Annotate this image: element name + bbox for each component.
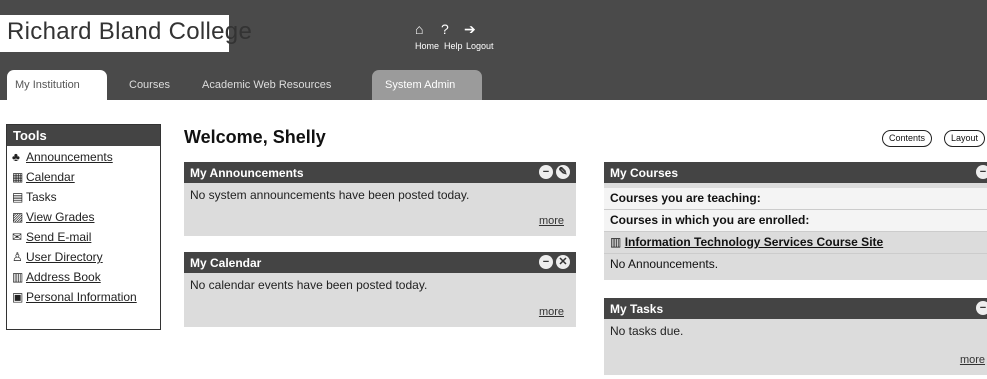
announcements-link[interactable]: Announcements	[26, 150, 113, 165]
college-logo[interactable]: Richard Bland College	[0, 15, 252, 52]
tool-send-email: ✉ Send E-mail	[12, 230, 160, 245]
calendar-icon: ▦	[12, 170, 24, 184]
collapse-icon[interactable]: −	[539, 255, 553, 269]
course-icon: ▥	[610, 235, 622, 249]
courses-title: My Courses	[610, 166, 679, 180]
tasks-more-link[interactable]: more	[960, 354, 985, 366]
announcements-icon: ♣	[12, 150, 20, 164]
tab-system-admin[interactable]: System Admin	[372, 70, 482, 100]
welcome-heading: Welcome, Shelly	[184, 127, 326, 147]
home-icon[interactable]: ⌂	[415, 21, 423, 37]
tool-user-directory: ♙ User Directory	[12, 250, 160, 265]
tool-address-book: ▥ Address Book	[12, 270, 160, 285]
tool-view-grades: ▨ View Grades	[12, 210, 160, 225]
user-directory-icon: ♙	[12, 250, 23, 264]
announcements-more-link[interactable]: more	[539, 215, 564, 227]
tasks-module: My Tasks − No tasks due. more	[604, 298, 987, 375]
send-email-link[interactable]: Send E-mail	[26, 230, 91, 245]
courses-module: My Courses − Courses you are teaching: C…	[604, 162, 987, 280]
tools-panel: Tools ♣ Announcements ▦ Calendar ▤ Tasks…	[6, 124, 161, 330]
envelope-icon: ✉	[12, 230, 23, 244]
announcements-text: No system announcements have been posted…	[190, 188, 470, 202]
collapse-icon[interactable]: −	[539, 165, 553, 179]
course-link[interactable]: Information Technology Services Course S…	[625, 235, 884, 249]
tasks-label[interactable]: Tasks	[26, 190, 57, 205]
tool-announcements: ♣ Announcements	[12, 150, 160, 165]
address-book-link[interactable]: Address Book	[26, 270, 101, 285]
header-bar: Richard Bland College ⌂ ? ➔ Home Help Lo…	[0, 0, 987, 100]
tasks-icon: ▤	[12, 190, 24, 204]
course-row: ▥ Information Technology Services Course…	[604, 232, 987, 254]
calendar-text: No calendar events have been posted toda…	[190, 278, 428, 292]
layout-button[interactable]: Layout	[944, 130, 986, 147]
announcements-title: My Announcements	[190, 166, 304, 180]
collapse-icon[interactable]: −	[976, 165, 987, 179]
logout-icon[interactable]: ➔	[464, 21, 476, 37]
edit-icon[interactable]: ✎	[556, 165, 570, 179]
courses-enrolled-heading: Courses in which you are enrolled:	[604, 210, 987, 232]
tab-courses[interactable]: Courses	[129, 70, 170, 100]
tasks-title: My Tasks	[610, 302, 664, 316]
announcements-module: My Announcements − ✎ No system announcem…	[184, 162, 576, 236]
calendar-title: My Calendar	[190, 256, 262, 270]
address-book-icon: ▥	[12, 270, 24, 284]
tool-tasks: ▤ Tasks	[12, 190, 160, 205]
courses-note: No Announcements.	[610, 257, 719, 271]
tab-my-institution[interactable]: My Institution	[7, 70, 107, 100]
tasks-text: No tasks due.	[610, 324, 684, 338]
tools-title: Tools	[7, 125, 160, 146]
personal-information-link[interactable]: Personal Information	[26, 290, 137, 305]
view-grades-link[interactable]: View Grades	[26, 210, 94, 225]
tool-calendar: ▦ Calendar	[12, 170, 160, 185]
help-link[interactable]: Help	[444, 41, 463, 51]
user-directory-link[interactable]: User Directory	[26, 250, 103, 265]
logout-link[interactable]: Logout	[466, 41, 494, 51]
home-link[interactable]: Home	[415, 41, 439, 51]
close-icon[interactable]: ✕	[556, 255, 570, 269]
courses-teaching-heading: Courses you are teaching:	[604, 188, 987, 210]
collapse-icon[interactable]: −	[976, 301, 987, 315]
personal-info-icon: ▣	[12, 290, 24, 304]
help-icon[interactable]: ?	[441, 21, 449, 37]
content-button[interactable]: Contents	[882, 130, 933, 147]
calendar-link[interactable]: Calendar	[26, 170, 75, 185]
calendar-module: My Calendar − ✕ No calendar events have …	[184, 252, 576, 327]
tab-academic-web-resources[interactable]: Academic Web Resources	[202, 70, 331, 100]
calendar-more-link[interactable]: more	[539, 306, 564, 318]
grades-icon: ▨	[12, 210, 24, 224]
tool-personal-information: ▣ Personal Information	[12, 290, 160, 305]
